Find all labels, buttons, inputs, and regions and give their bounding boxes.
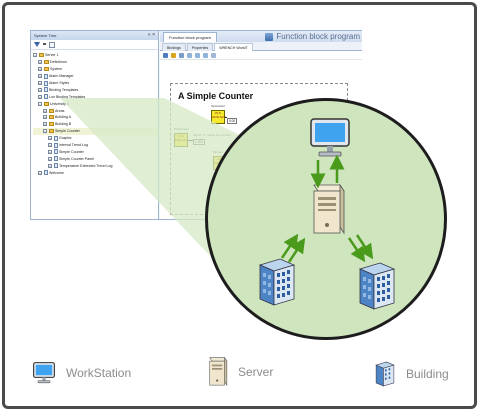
legend-label: Server	[238, 365, 274, 379]
legend-building: Building	[374, 360, 449, 388]
building-icon	[375, 361, 395, 387]
server-icon	[209, 356, 228, 387]
legend-label: WorkStation	[66, 366, 132, 380]
connection-arrows	[280, 154, 374, 263]
legend-workstation: WorkStation	[32, 361, 131, 385]
workstation-icon	[33, 362, 55, 384]
arrow-down	[355, 234, 374, 260]
legend-server: Server	[204, 356, 273, 388]
legend-label: Building	[406, 367, 449, 381]
arrow-down	[347, 237, 366, 263]
